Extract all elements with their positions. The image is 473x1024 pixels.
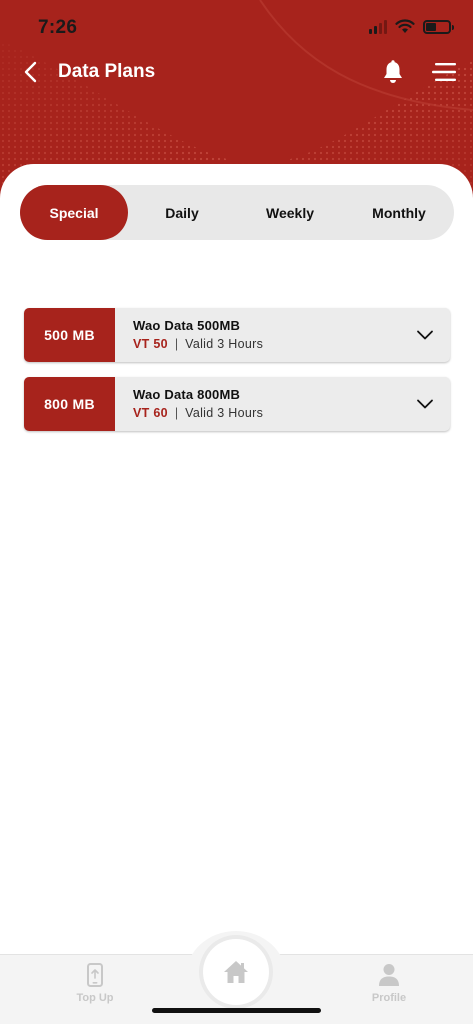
content-sheet: Special Daily Weekly Monthly 500 MB Wao …	[0, 164, 473, 954]
bottom-nav: Top Up Profile	[0, 931, 473, 1024]
tab-daily[interactable]: Daily	[128, 185, 236, 240]
plan-meta: VT 50 | Valid 3 Hours	[133, 337, 263, 351]
notifications-button[interactable]	[380, 58, 406, 86]
status-bar: 7:26	[0, 0, 473, 56]
menu-icon	[432, 63, 456, 81]
nav-profile-label: Profile	[371, 992, 407, 1004]
plan-validity: Valid 3 Hours	[185, 337, 264, 351]
page-title: Data Plans	[58, 61, 156, 82]
battery-icon	[423, 19, 454, 34]
nav-profile[interactable]: Profile	[344, 963, 434, 1019]
plan-size-badge: 500 MB	[24, 308, 115, 362]
status-time: 7:26	[38, 17, 78, 38]
wifi-icon	[395, 19, 415, 33]
chevron-down-icon[interactable]	[416, 326, 434, 344]
phone-topup-icon	[87, 963, 103, 987]
nav-top-up-label: Top Up	[76, 992, 114, 1004]
tab-special[interactable]: Special	[20, 185, 128, 240]
plan-meta: VT 60 | Valid 3 Hours	[133, 406, 263, 420]
home-icon	[224, 961, 248, 983]
home-button[interactable]	[203, 939, 269, 1005]
home-indicator	[152, 1008, 321, 1013]
cellular-signal-icon	[369, 19, 387, 34]
plan-card-800mb[interactable]: 800 MB Wao Data 800MB VT 60 | Valid 3 Ho…	[24, 377, 450, 431]
menu-button[interactable]	[430, 59, 458, 85]
plan-tabs: Special Daily Weekly Monthly	[20, 185, 454, 240]
plan-name: Wao Data 500MB	[133, 318, 241, 333]
plan-separator: |	[174, 406, 179, 420]
back-button[interactable]	[18, 58, 42, 86]
person-icon	[379, 964, 399, 986]
plan-validity: Valid 3 Hours	[185, 406, 264, 420]
plan-price: VT 50	[133, 337, 168, 351]
plan-separator: |	[174, 337, 179, 351]
tab-monthly[interactable]: Monthly	[344, 185, 454, 240]
plan-name: Wao Data 800MB	[133, 387, 241, 402]
plan-card-500mb[interactable]: 500 MB Wao Data 500MB VT 50 | Valid 3 Ho…	[24, 308, 450, 362]
bell-icon	[384, 60, 402, 83]
status-icons	[369, 19, 454, 34]
tab-weekly[interactable]: Weekly	[236, 185, 344, 240]
plan-price: VT 60	[133, 406, 168, 420]
chevron-left-icon	[24, 61, 37, 83]
nav-bar: Data Plans	[0, 52, 473, 92]
chevron-down-icon[interactable]	[416, 395, 434, 413]
plan-size-badge: 800 MB	[24, 377, 115, 431]
nav-top-up[interactable]: Top Up	[50, 963, 140, 1019]
